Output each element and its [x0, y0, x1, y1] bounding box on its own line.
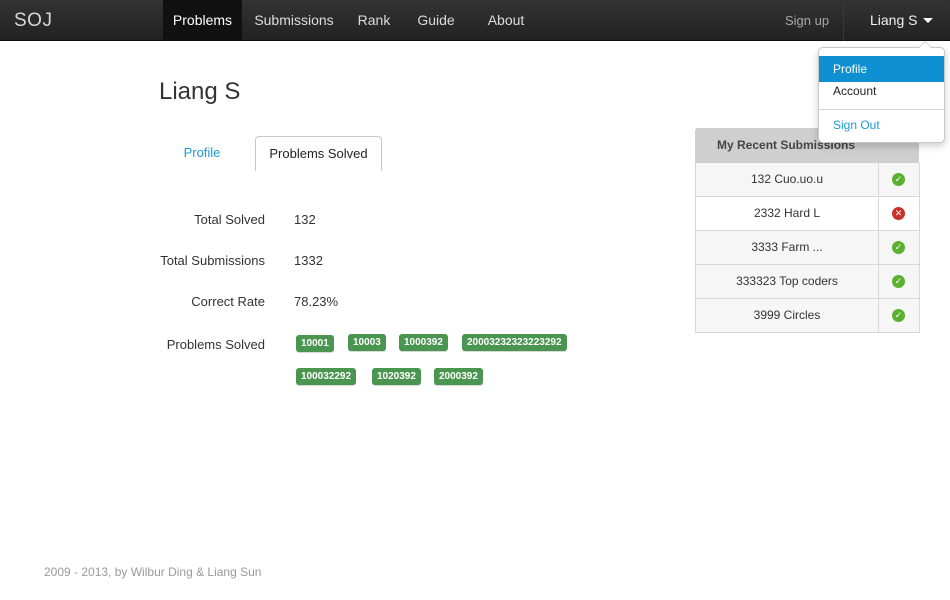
- submission-problem-link[interactable]: 2332 Hard L: [696, 197, 879, 230]
- submission-row: 3333 Farm ... ✓: [695, 231, 920, 265]
- menu-item-account[interactable]: Account: [819, 78, 944, 104]
- tab-problems-solved[interactable]: Problems Solved: [255, 136, 382, 171]
- solved-problem-badge[interactable]: 20003232323223292: [462, 334, 567, 351]
- submission-problem-link[interactable]: 3333 Farm ...: [696, 231, 879, 264]
- submission-problem-link[interactable]: 132 Cuo.uo.u: [696, 163, 879, 196]
- x-circle-icon: ✕: [892, 207, 905, 220]
- check-circle-icon: ✓: [892, 309, 905, 322]
- menu-divider: [819, 109, 944, 110]
- footer-credits: 2009 - 2013, by Wilbur Ding & Liang Sun: [44, 565, 262, 579]
- solved-problem-badge[interactable]: 1020392: [372, 368, 421, 385]
- total-submissions-label: Total Submissions: [160, 253, 265, 268]
- solved-problem-badge[interactable]: 2000392: [434, 368, 483, 385]
- total-solved-value: 132: [294, 212, 316, 227]
- solved-problem-badge[interactable]: 10001: [296, 335, 334, 352]
- submission-problem-link[interactable]: 333323 Top coders: [696, 265, 879, 298]
- submission-row: 333323 Top coders ✓: [695, 265, 920, 299]
- check-circle-icon: ✓: [892, 275, 905, 288]
- user-menu-toggle[interactable]: Liang S: [845, 0, 950, 41]
- submission-row: 132 Cuo.uo.u ✓: [695, 163, 920, 197]
- tab-profile[interactable]: Profile: [160, 136, 244, 171]
- submission-row: 2332 Hard L ✕: [695, 197, 920, 231]
- nav-rank[interactable]: Rank: [346, 0, 402, 41]
- page-title: Liang S: [159, 78, 241, 105]
- solved-problem-badge[interactable]: 10003: [348, 334, 386, 351]
- total-solved-label: Total Solved: [194, 212, 265, 227]
- nav-problems[interactable]: Problems: [163, 0, 242, 41]
- check-circle-icon: ✓: [892, 241, 905, 254]
- submission-row: 3999 Circles ✓: [695, 299, 920, 333]
- correct-rate-value: 78.23%: [294, 294, 339, 309]
- correct-rate-label: Correct Rate: [191, 294, 265, 309]
- nav-guide[interactable]: Guide: [402, 0, 470, 41]
- user-dropdown-menu: Profile Account Sign Out: [818, 41, 945, 143]
- brand-logo[interactable]: SOJ: [14, 0, 52, 41]
- nav-submissions[interactable]: Submissions: [242, 0, 346, 41]
- solved-problem-badge[interactable]: 1000392: [399, 334, 448, 351]
- nav-about[interactable]: About: [470, 0, 542, 41]
- menu-item-sign-out[interactable]: Sign Out: [819, 112, 944, 138]
- nav-sign-up[interactable]: Sign up: [772, 0, 842, 41]
- problems-solved-label: Problems Solved: [166, 337, 265, 352]
- top-navbar: SOJ Problems Submissions Rank Guide Abou…: [0, 0, 950, 41]
- caret-down-icon: [923, 18, 933, 23]
- check-circle-icon: ✓: [892, 173, 905, 186]
- solved-problem-badge[interactable]: 100032292: [296, 368, 357, 385]
- submission-problem-link[interactable]: 3999 Circles: [696, 299, 879, 332]
- total-submissions-value: 1332: [294, 253, 323, 268]
- user-name: Liang S: [870, 12, 918, 28]
- nav-divider: [843, 0, 844, 41]
